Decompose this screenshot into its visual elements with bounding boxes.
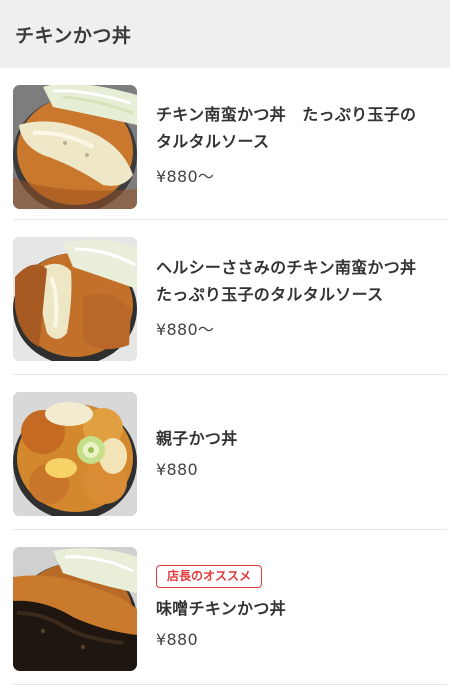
menu-item-photo[interactable] bbox=[13, 237, 137, 361]
menu-item-photo[interactable] bbox=[13, 547, 137, 671]
menu-item-name: 味噌チキンかつ丼 bbox=[156, 599, 286, 618]
menu-item-photo[interactable] bbox=[13, 85, 137, 209]
menu-item-price: ¥880〜 bbox=[156, 166, 215, 186]
menu-item-price: ¥880 bbox=[156, 630, 198, 649]
recommended-badge: 店長のオススメ bbox=[156, 565, 263, 588]
menu-list: チキン南蛮かつ丼 たっぷり玉子のタルタルソース ¥880〜 ヘルシーささみのチキ… bbox=[0, 68, 450, 685]
menu-item-price: ¥880〜 bbox=[156, 320, 215, 339]
menu-item[interactable]: チキン南蛮かつ丼 たっぷり玉子のタルタルソース ¥880〜 bbox=[13, 68, 447, 220]
category-title: チキンかつ丼 bbox=[15, 24, 132, 47]
menu-item-name: 親子かつ丼 bbox=[156, 429, 238, 448]
menu-item-name: チキン南蛮かつ丼 たっぷり玉子のタルタルソース bbox=[156, 104, 417, 151]
menu-item[interactable]: 店長のオススメ 味噌チキンかつ丼 ¥880 bbox=[13, 530, 447, 685]
menu-item[interactable]: ヘルシーささみのチキン南蛮かつ丼 たっぷり玉子のタルタルソース ¥880〜 bbox=[13, 220, 447, 375]
menu-item-name: ヘルシーささみのチキン南蛮かつ丼 たっぷり玉子のタルタルソース bbox=[156, 258, 417, 304]
menu-item[interactable]: 親子かつ丼 ¥880 bbox=[13, 375, 447, 530]
menu-item-price: ¥880 bbox=[156, 460, 198, 479]
category-header: チキンかつ丼 bbox=[0, 0, 450, 68]
menu-item-photo[interactable] bbox=[13, 392, 137, 516]
